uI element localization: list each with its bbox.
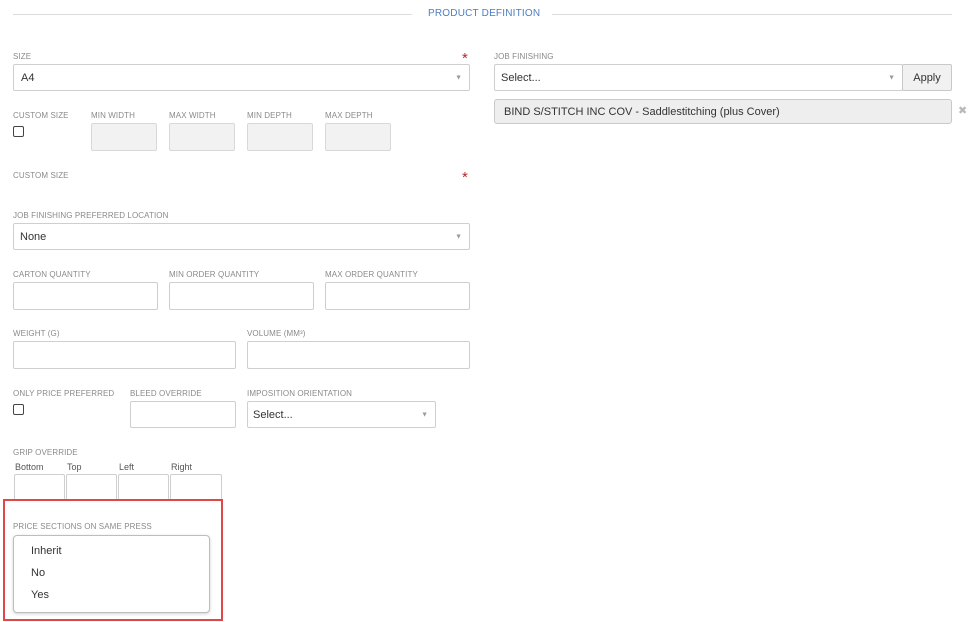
- section-divider-left: [13, 14, 412, 15]
- grip-override-label: GRIP OVERRIDE: [13, 448, 78, 457]
- job-finishing-location-select[interactable]: None ▼: [13, 223, 470, 250]
- bleed-override-input[interactable]: [130, 401, 236, 428]
- apply-button[interactable]: Apply: [902, 64, 952, 91]
- grip-top-label: Top: [67, 462, 82, 472]
- bleed-override-label: BLEED OVERRIDE: [130, 389, 202, 398]
- grip-right-input[interactable]: [170, 474, 222, 502]
- max-depth-label: MAX DEPTH: [325, 111, 373, 120]
- imposition-orientation-value: Select...: [253, 408, 293, 421]
- job-finishing-item-text: BIND S/STITCH INC COV - Saddlestitching …: [504, 105, 780, 118]
- volume-label: VOLUME (MM³): [247, 329, 306, 338]
- job-finishing-location-value: None: [20, 230, 47, 243]
- min-depth-label: MIN DEPTH: [247, 111, 292, 120]
- price-sections-dropdown[interactable]: Inherit No Yes: [13, 535, 210, 613]
- price-sections-option-inherit[interactable]: Inherit: [31, 545, 62, 557]
- min-depth-input[interactable]: [247, 123, 313, 151]
- max-order-quantity-input[interactable]: [325, 282, 470, 310]
- job-finishing-select[interactable]: Select... ▼: [494, 64, 903, 91]
- job-finishing-placeholder: Select...: [501, 71, 541, 84]
- min-width-input[interactable]: [91, 123, 157, 151]
- min-width-label: MIN WIDTH: [91, 111, 136, 120]
- grip-right-label: Right: [171, 462, 193, 472]
- min-order-quantity-input[interactable]: [169, 282, 314, 310]
- price-sections-option-no[interactable]: No: [31, 567, 45, 579]
- max-width-label: MAX WIDTH: [169, 111, 216, 120]
- price-sections-label: PRICE SECTIONS ON SAME PRESS: [13, 522, 152, 531]
- grip-left-label: Left: [119, 462, 135, 472]
- job-finishing-item: BIND S/STITCH INC COV - Saddlestitching …: [494, 99, 952, 124]
- custom-size-required-marker: *: [462, 169, 468, 186]
- grip-top-input[interactable]: [66, 474, 117, 502]
- size-value: A4: [21, 71, 35, 84]
- max-width-input[interactable]: [169, 123, 235, 151]
- grip-left-input[interactable]: [118, 474, 169, 502]
- weight-input[interactable]: [13, 341, 236, 369]
- job-finishing-location-label: JOB FINISHING PREFERRED LOCATION: [13, 211, 169, 220]
- min-order-quantity-label: MIN ORDER QUANTITY: [169, 270, 260, 279]
- remove-icon[interactable]: ✖: [958, 106, 967, 117]
- chevron-down-icon: ▼: [455, 74, 462, 81]
- price-sections-option-yes[interactable]: Yes: [31, 589, 49, 601]
- imposition-orientation-select[interactable]: Select... ▼: [247, 401, 436, 428]
- section-divider-right: [552, 14, 952, 15]
- grip-bottom-label: Bottom: [15, 462, 44, 472]
- imposition-orientation-label: IMPOSITION ORIENTATION: [247, 389, 353, 398]
- size-label: SIZE: [13, 52, 32, 61]
- carton-quantity-label: CARTON QUANTITY: [13, 270, 91, 279]
- only-price-preferred-checkbox[interactable]: [13, 404, 24, 415]
- custom-size-checkbox-label: CUSTOM SIZE: [13, 111, 69, 120]
- custom-size-checkbox[interactable]: [13, 126, 24, 137]
- chevron-down-icon: ▼: [455, 233, 462, 240]
- job-finishing-label: JOB FINISHING: [494, 52, 554, 61]
- grip-bottom-input[interactable]: [14, 474, 65, 502]
- carton-quantity-input[interactable]: [13, 282, 158, 310]
- section-title: PRODUCT DEFINITION: [428, 8, 541, 19]
- weight-label: WEIGHT (G): [13, 329, 60, 338]
- max-depth-input[interactable]: [325, 123, 391, 151]
- chevron-down-icon: ▼: [888, 74, 895, 81]
- volume-input[interactable]: [247, 341, 470, 369]
- chevron-down-icon: ▼: [421, 411, 428, 418]
- custom-size-label: CUSTOM SIZE: [13, 171, 69, 180]
- size-select[interactable]: A4 ▼: [13, 64, 470, 91]
- max-order-quantity-label: MAX ORDER QUANTITY: [325, 270, 418, 279]
- only-price-preferred-label: ONLY PRICE PREFERRED: [13, 389, 115, 398]
